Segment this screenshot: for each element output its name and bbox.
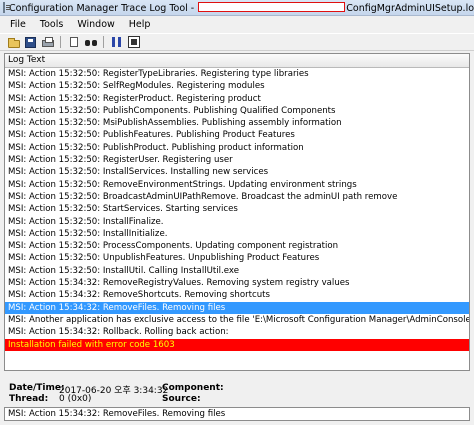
log-row[interactable]: MSI: Action 15:32:50: MsiPublishAssembli… [5,117,469,129]
log-row[interactable]: MSI: Action 15:32:50: InstallUtil. Calli… [5,265,469,277]
log-row[interactable]: MSI: Action 15:32:50: StartServices. Sta… [5,203,469,215]
find-icon [84,38,97,47]
copy-button[interactable] [67,35,84,49]
source-row: Source: [162,394,201,404]
toolbar [0,33,474,51]
stop-icon [127,36,140,48]
redacted-path-box [198,1,346,12]
log-row[interactable]: MSI: Action 15:32:50: PublishFeatures. P… [5,129,469,141]
details-pane: Date/Time: 2017-06-20 오후 3:34:32 Thread:… [4,377,470,421]
log-row[interactable]: MSI: Action 15:32:50: InstallServices. I… [5,166,469,178]
log-row[interactable]: MSI: Action 15:32:50: RegisterUser. Regi… [5,154,469,166]
menu-window[interactable]: Window [77,19,114,30]
log-row[interactable]: MSI: Action 15:32:50: BroadcastAdminUIPa… [5,191,469,203]
component-row: Component: [162,383,224,393]
log-row-selected[interactable]: MSI: Action 15:34:32: RemoveFiles. Remov… [5,301,469,314]
print-icon [41,37,54,47]
thread-row: Thread: 0 (0x0) [9,394,159,404]
log-row[interactable]: MSI: Action 15:34:32: RemoveRegistryValu… [5,277,469,289]
open-folder-icon [7,39,20,48]
stop-button[interactable] [127,36,140,49]
log-row[interactable]: MSI: Action 15:32:50: SelfRegModules. Re… [5,80,469,92]
open-button[interactable] [7,36,20,49]
menu-tools[interactable]: Tools [40,19,63,30]
app-icon [3,2,11,13]
toolbar-separator [103,36,104,48]
menu-help[interactable]: Help [129,19,151,30]
thread-label: Thread: [9,394,49,404]
source-label: Source: [162,394,201,404]
log-row[interactable]: MSI: Action 15:34:32: Rollback. Rolling … [5,326,469,338]
save-button[interactable] [24,36,37,49]
log-row-error[interactable]: Installation failed with error code 1603 [5,338,469,351]
toolbar-separator [60,36,61,48]
copy-icon [69,35,84,47]
save-icon [25,36,36,48]
title-bar: Configuration Manager Trace Log Tool - C… [0,0,474,16]
log-row[interactable]: MSI: Action 15:32:50: ProcessComponents.… [5,240,469,252]
menu-file[interactable]: File [10,19,26,30]
find-button[interactable] [84,36,97,49]
window-title: Configuration Manager Trace Log Tool - C… [9,1,474,14]
log-row[interactable]: MSI: Action 15:32:50: InstallInitialize. [5,228,469,240]
log-list[interactable]: Log Text MSI: Action 15:32:50: RegisterT… [4,53,470,371]
log-column-header[interactable]: Log Text [5,54,469,68]
print-button[interactable] [41,36,54,49]
window-title-suffix: ConfigMgrAdminUISetup.log] [346,2,474,14]
log-row[interactable]: MSI: Action 15:32:50: PublishComponents.… [5,105,469,117]
log-row[interactable]: MSI: Action 15:32:50: RegisterProduct. R… [5,93,469,105]
component-label: Component: [162,383,224,393]
log-row[interactable]: MSI: Another application has exclusive a… [5,314,469,326]
window-title-prefix: Configuration Manager Trace Log Tool - [9,2,198,14]
thread-value: 0 (0x0) [59,394,92,404]
pause-icon [112,37,121,47]
log-rows: MSI: Action 15:32:50: RegisterTypeLibrar… [5,68,469,351]
log-row[interactable]: MSI: Action 15:32:50: UnpublishFeatures.… [5,252,469,264]
log-row[interactable]: MSI: Action 15:34:32: RemoveShortcuts. R… [5,289,469,301]
log-row[interactable]: MSI: Action 15:32:50: RemoveEnvironmentS… [5,179,469,191]
log-row[interactable]: MSI: Action 15:32:50: InstallFinalize. [5,216,469,228]
log-row[interactable]: MSI: Action 15:32:50: PublishProduct. Pu… [5,142,469,154]
pause-button[interactable] [110,36,123,49]
log-row[interactable]: MSI: Action 15:32:50: RegisterTypeLibrar… [5,68,469,80]
message-text[interactable]: MSI: Action 15:34:32: RemoveFiles. Remov… [4,407,470,421]
menu-bar: File Tools Window Help [0,17,474,32]
